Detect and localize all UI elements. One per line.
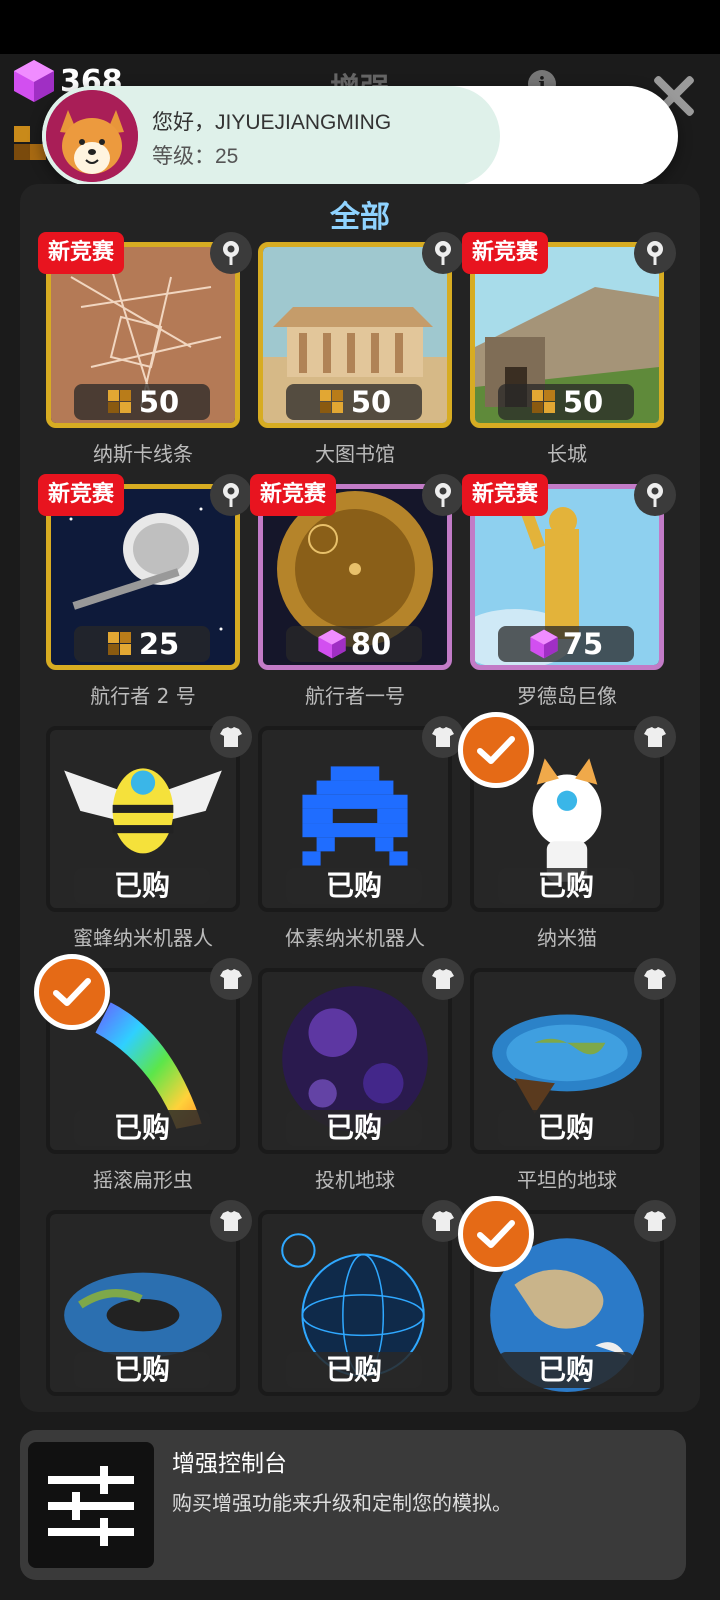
gold-cube-icon [107,632,131,655]
level-text: 等级：25 [152,145,239,168]
price-tag: 50 [286,384,422,420]
pin-icon[interactable] [210,232,252,274]
greeting-text: 您好，JIYUEJIANGMING [152,111,392,134]
price-tag: 80 [286,626,422,662]
new-race-badge: 新竞赛 [38,232,125,274]
shirt-icon[interactable] [210,716,252,758]
owned-label: 已购 [498,1110,634,1146]
owned-label: 已购 [286,868,422,904]
shirt-icon[interactable] [634,958,676,1000]
shirt-icon[interactable] [422,958,464,1000]
price-tag: 75 [498,626,634,662]
pin-icon[interactable] [634,232,676,274]
item-label: 纳米猫 [537,926,597,950]
owned-label: 已购 [498,1352,634,1388]
greeting-toast: 您好，JIYUEJIANGMING 等级：25 [42,86,678,186]
gem-icon [14,60,54,102]
new-race-badge: 新竞赛 [250,474,337,516]
gem-icon [318,629,346,659]
owned-label: 已购 [286,1352,422,1388]
price-tag: 50 [74,384,210,420]
shirt-icon[interactable] [634,1200,676,1242]
avatar [46,90,138,182]
owned-label: 已购 [286,1110,422,1146]
checkmark-icon [458,1196,534,1272]
pin-icon[interactable] [422,232,464,274]
price-tag: 50 [498,384,634,420]
item-label: 长城 [547,442,587,466]
pin-icon[interactable] [422,474,464,516]
item-label: 大图书馆 [315,442,395,466]
item-label: 纳斯卡线条 [93,442,193,466]
shirt-icon[interactable] [634,716,676,758]
owned-label: 已购 [74,1352,210,1388]
item-label: 投机地球 [315,1168,395,1192]
item-label: 罗德岛巨像 [517,684,617,708]
new-race-badge: 新竞赛 [38,474,125,516]
item-label: 航行者 2 号 [90,684,196,708]
pin-icon[interactable] [210,474,252,516]
gold-cube-icon [531,390,555,413]
category-title: 全部 [330,200,390,235]
new-race-badge: 新竞赛 [462,232,549,274]
sliders-icon [28,1442,154,1568]
boost-console-card[interactable]: 增强控制台 购买增强功能来升级和定制您的模拟。 [20,1430,686,1580]
card-title: 增强控制台 [172,1451,287,1477]
gold-cube-icon [107,390,131,413]
checkmark-icon [34,954,110,1030]
gold-cube-icon [319,390,343,413]
item-label: 平坦的地球 [517,1168,617,1192]
item-label: 蜜蜂纳米机器人 [73,926,213,950]
gem-icon [530,629,558,659]
owned-label: 已购 [498,868,634,904]
owned-label: 已购 [74,1110,210,1146]
shirt-icon[interactable] [210,1200,252,1242]
pin-icon[interactable] [634,474,676,516]
shirt-icon[interactable] [210,958,252,1000]
price-tag: 25 [74,626,210,662]
item-label: 体素纳米机器人 [285,926,425,950]
owned-label: 已购 [74,868,210,904]
card-description: 购买增强功能来升级和定制您的模拟。 [172,1491,512,1515]
boosts-panel: 全部 50 新竞赛 纳斯卡线条 50 大图书馆 50 新竞赛 长城 25 新竞赛… [20,184,700,1412]
item-label: 摇滚扁形虫 [93,1168,193,1192]
new-race-badge: 新竞赛 [462,474,549,516]
checkmark-icon [458,712,534,788]
item-label: 航行者一号 [305,684,405,708]
status-bar [0,0,720,54]
